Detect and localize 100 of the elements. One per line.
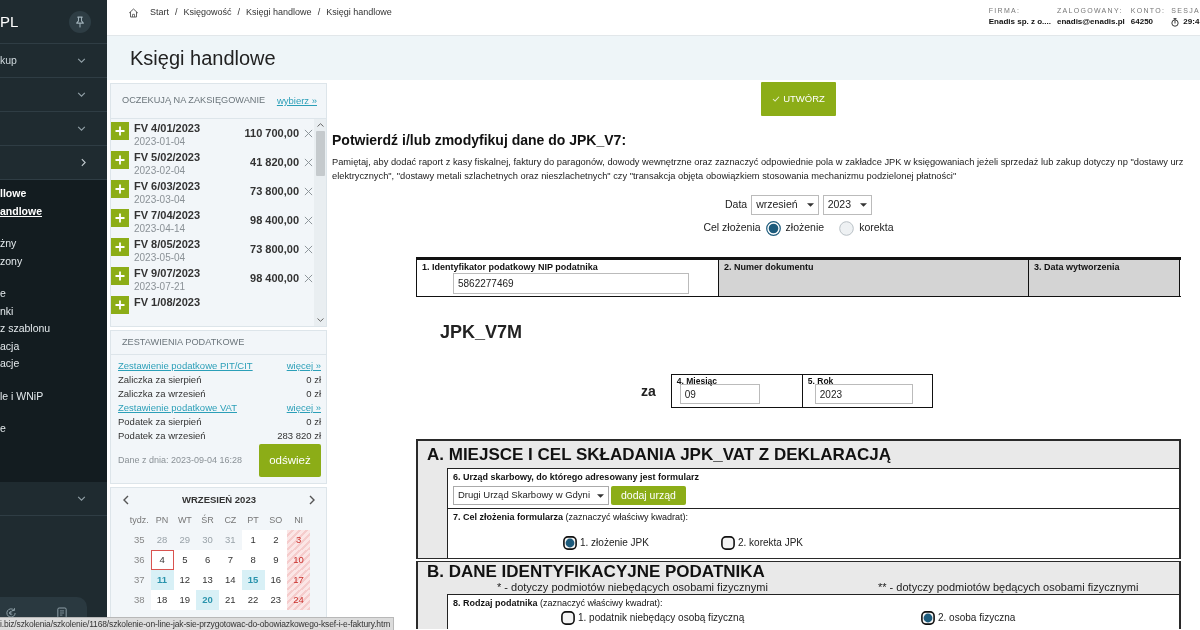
invoice-number[interactable]: FV 8/05/2023 (134, 238, 201, 251)
chevron-down-icon[interactable] (77, 496, 86, 501)
scrollbar-track[interactable] (314, 119, 326, 326)
month-select[interactable]: wrzesień (751, 195, 819, 215)
add-button[interactable] (111, 267, 129, 285)
add-button[interactable] (111, 180, 129, 198)
invoice-amount: 73 800,00 (250, 184, 299, 198)
nip-input[interactable]: 5862277469 (453, 273, 689, 294)
weekday-label: SO (268, 514, 284, 528)
invoice-number[interactable]: FV 7/04/2023 (134, 209, 201, 222)
plus-icon (115, 271, 125, 281)
week-number: 36 (133, 552, 146, 567)
chevron-right-icon[interactable] (309, 495, 315, 505)
close-icon[interactable] (304, 245, 313, 254)
sidebar-link[interactable]: e (0, 285, 6, 303)
week-number: 38 (133, 592, 146, 607)
office-select[interactable]: Drugi Urząd Skarbowy w Gdyni (453, 486, 609, 505)
radio-label: złożenie (785, 220, 825, 236)
radio-button[interactable] (561, 610, 575, 625)
close-icon[interactable] (304, 129, 313, 138)
calendar-day[interactable]: 21 (219, 590, 242, 610)
breadcrumb-link[interactable]: Księgi handlowe (246, 6, 312, 20)
breadcrumb-link[interactable]: Start (150, 6, 169, 20)
radio-button[interactable] (921, 610, 935, 625)
circular-arrow-icon[interactable] (5, 606, 17, 619)
year-input[interactable]: 2023 (814, 384, 913, 404)
section-note: * - dotyczy podmiotów niebędących osobami fizycznymi (497, 581, 768, 594)
close-icon[interactable] (304, 216, 313, 225)
invoice-number[interactable]: FV 4/01/2023 (134, 122, 201, 135)
calendar-day[interactable]: 17 (287, 570, 310, 590)
close-icon[interactable] (304, 274, 313, 283)
add-button[interactable] (111, 122, 129, 140)
summary-value: 0 zł (306, 387, 321, 401)
sidebar-link[interactable]: z szablonu (0, 320, 51, 338)
invoice-number[interactable]: FV 9/07/2023 (134, 267, 201, 280)
plus-icon (115, 242, 125, 252)
invoice-date: 2023-05-04 (134, 251, 186, 264)
calendar-day[interactable]: 10 (287, 550, 310, 570)
field-label: 2. Numer dokumentu (723, 261, 815, 273)
radio-button[interactable] (563, 535, 577, 550)
calendar-day[interactable]: 8 (241, 550, 265, 570)
invoice-amount: 73 800,00 (250, 242, 299, 256)
calendar-day[interactable]: 12 (173, 570, 197, 590)
sidebar-link[interactable]: le i WNiP (0, 387, 44, 405)
calendar-day[interactable]: 7 (219, 550, 242, 570)
scrollbar-thumb[interactable] (315, 131, 325, 176)
calendar-day[interactable]: 23 (264, 590, 288, 610)
calendar-day[interactable]: 9 (264, 550, 288, 570)
calendar-day[interactable]: 22 (241, 590, 265, 610)
add-button[interactable] (111, 209, 129, 227)
add-button[interactable] (111, 151, 129, 169)
invoice-number[interactable]: FV 1/08/2023 (134, 296, 201, 309)
calendar-day[interactable]: 6 (196, 550, 219, 570)
sidebar-link[interactable]: nki (0, 302, 14, 320)
radio-button[interactable] (721, 535, 735, 550)
sidebar-link[interactable]: e (0, 420, 6, 438)
weekday-label: CZ (223, 514, 238, 528)
calendar-day[interactable]: 2 (264, 530, 288, 550)
calendar-day[interactable]: 3 (287, 530, 310, 550)
calendar-day[interactable]: 14 (219, 570, 242, 590)
chevron-down-icon[interactable] (77, 92, 86, 97)
option-label: 1. złożenie JPK (580, 536, 649, 550)
add-button[interactable] (111, 238, 129, 256)
sidebar-link[interactable]: acja (0, 337, 20, 355)
calendar-day[interactable]: 1 (241, 530, 265, 550)
chevron-down-icon[interactable] (77, 58, 86, 63)
data-timestamp: Dane z dnia: 2023-09-04 16:28 (118, 453, 243, 467)
caret-up-icon[interactable] (316, 123, 324, 127)
radio-button[interactable] (765, 220, 781, 236)
sidebar-item[interactable]: kup (0, 52, 17, 69)
calendar-day[interactable]: 19 (173, 590, 197, 610)
invoice-amount: 110 700,00 (244, 126, 299, 140)
year-select[interactable]: 2023 (822, 195, 872, 215)
close-icon[interactable] (304, 158, 313, 167)
calendar-day[interactable]: 13 (196, 570, 219, 590)
sidebar-link[interactable]: żny (0, 235, 17, 253)
calendar-day[interactable]: 4 (150, 550, 174, 570)
calendar-day[interactable]: 24 (287, 590, 310, 610)
weekday-label: PT (246, 514, 260, 528)
plus-icon (115, 300, 125, 310)
invoice-number[interactable]: FV 5/02/2023 (134, 151, 201, 164)
caret-down-icon[interactable] (316, 318, 324, 322)
period-label: za (641, 381, 656, 401)
breadcrumb-link[interactable]: Księgowość (183, 6, 232, 20)
document-icon[interactable] (57, 606, 67, 619)
home-icon[interactable] (128, 8, 139, 18)
invoice-number[interactable]: FV 6/03/2023 (134, 180, 201, 193)
weekday-label: tydz. (128, 514, 150, 528)
calendar-day[interactable]: 16 (264, 570, 288, 590)
sidebar-link[interactable]: zony (0, 252, 23, 270)
sidebar-link[interactable]: andlowe (0, 202, 42, 220)
calendar-day[interactable]: 5 (173, 550, 197, 570)
sidebar-link[interactable]: acje (0, 355, 20, 373)
pin-button[interactable] (69, 10, 91, 33)
sidebar-heading[interactable]: llowe (0, 185, 27, 203)
add-button[interactable] (111, 296, 129, 314)
calendar-day[interactable]: 18 (150, 590, 174, 610)
chevron-down-icon[interactable] (77, 126, 86, 131)
close-icon[interactable] (304, 187, 313, 196)
chevron-left-icon[interactable] (123, 495, 129, 505)
